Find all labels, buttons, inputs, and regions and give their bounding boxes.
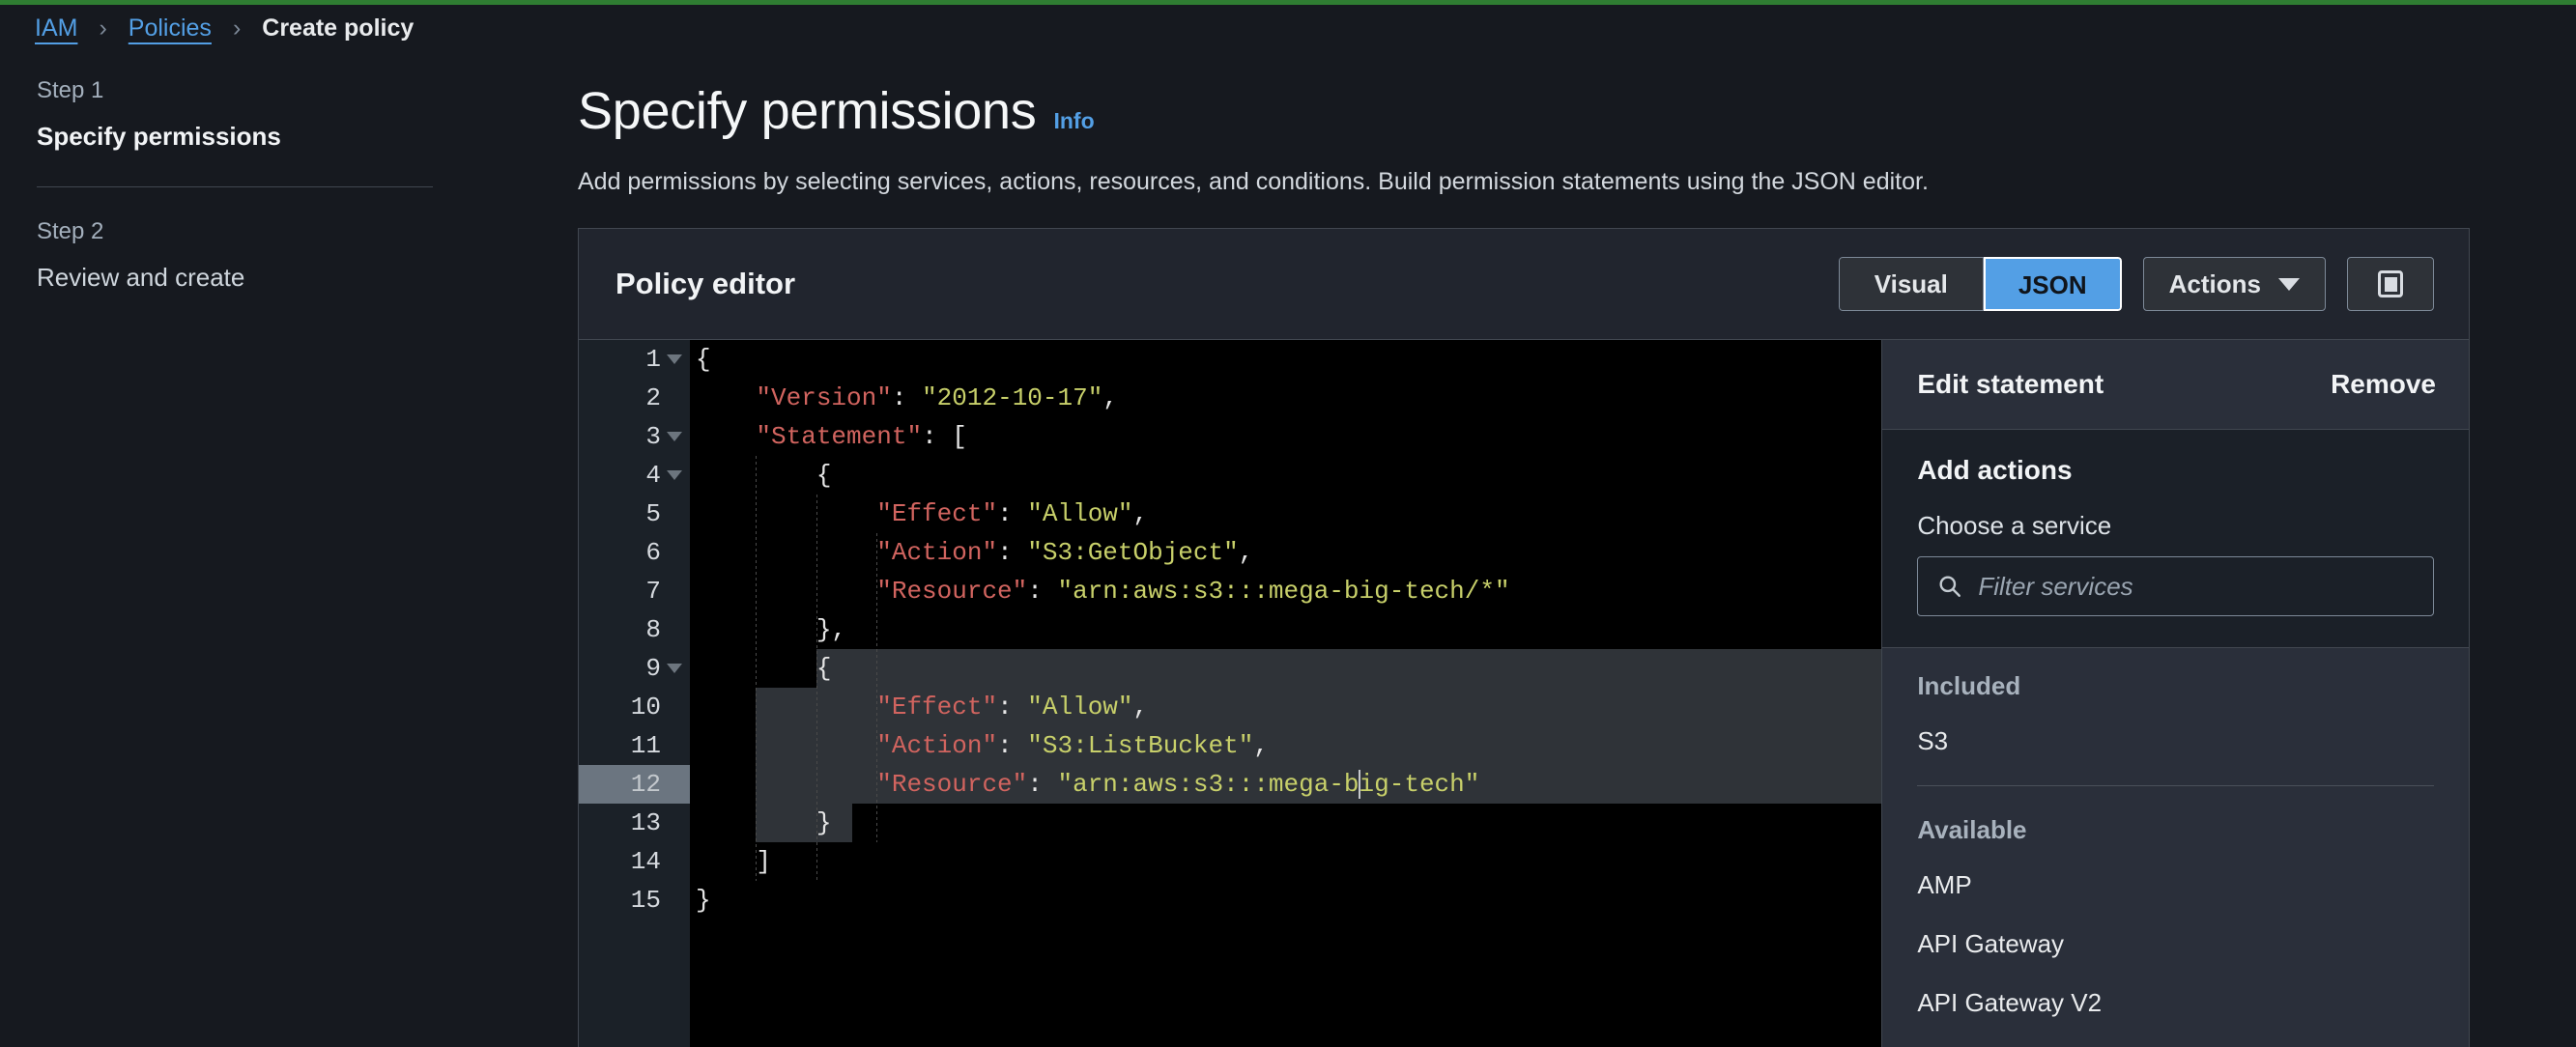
line-number-4: 4 (579, 456, 690, 495)
line-number-14: 14 (630, 847, 661, 876)
breadcrumb-item-policies[interactable]: Policies (129, 14, 212, 42)
breadcrumb-separator-icon: › (99, 14, 107, 42)
line-number-3: 3 (579, 417, 690, 456)
service-item-api-gateway[interactable]: API Gateway (1917, 929, 2434, 959)
line-number-11: 11 (630, 731, 661, 760)
fold-caret-icon[interactable] (667, 470, 682, 480)
code-line-3[interactable]: "Statement": [ (690, 417, 1881, 456)
breadcrumb: IAM › Policies › Create policy (0, 5, 2576, 51)
line-number-5: 5 (645, 499, 661, 528)
code-line-6[interactable]: "Action": "S3:GetObject", (690, 533, 1881, 572)
text-cursor (1359, 770, 1361, 799)
json-code-content[interactable]: { "Version": "2012-10-17", "Statement": … (690, 340, 1881, 1047)
tab-json[interactable]: JSON (1983, 257, 2122, 311)
service-item-amp[interactable]: AMP (1917, 870, 2434, 900)
policy-editor-title: Policy editor (615, 267, 796, 300)
step-2-title: Review and create (37, 263, 245, 292)
fold-caret-icon[interactable] (667, 664, 682, 673)
breadcrumb-item-create-policy: Create policy (262, 14, 415, 42)
page-header: Specify permissions Info Add permissions… (578, 56, 2576, 196)
line-number-12: 12 (579, 765, 690, 804)
add-actions-section: Add actions Choose a service Filter serv… (1882, 430, 2469, 648)
step-1-title: Specify permissions (37, 122, 281, 151)
policy-editor-body: 1 2 3 4 5 6 7 8 9 10 11 12 13 14 15 { "Version": "2012… (579, 340, 2469, 1047)
line-number-gutter: 1 2 3 4 5 6 7 8 9 10 11 12 13 14 15 (579, 340, 690, 1047)
code-line-7[interactable]: "Resource": "arn:aws:s3:::mega-big-tech/… (690, 572, 1881, 610)
info-link[interactable]: Info (1053, 108, 1094, 134)
sidebar-step-2[interactable]: Step 2 Review and create (37, 218, 541, 293)
remove-statement-button[interactable]: Remove (2331, 369, 2436, 400)
edit-statement-panel: Edit statement Remove Add actions Choose… (1881, 340, 2469, 1047)
sidebar-divider (37, 186, 433, 187)
sidebar-step-1[interactable]: Step 1 Specify permissions (37, 77, 541, 152)
service-item-api-gateway-v2[interactable]: API Gateway V2 (1917, 988, 2434, 1018)
code-line-11[interactable]: "Action": "S3:ListBucket", (690, 726, 1881, 765)
code-line-2[interactable]: "Version": "2012-10-17", (690, 379, 1881, 417)
filter-services-placeholder: Filter services (1978, 571, 2133, 601)
page-title: Specify permissions (578, 82, 1037, 140)
step-1-number: Step 1 (37, 77, 104, 103)
policy-editor-controls: Visual JSON Actions (1838, 257, 2434, 311)
panel-toggle-button[interactable] (2347, 257, 2434, 311)
choose-a-service-label: Choose a service (1917, 511, 2112, 540)
actions-button-label: Actions (2168, 269, 2261, 298)
chevron-down-icon (2278, 277, 2300, 291)
line-number-7: 7 (645, 577, 661, 606)
line-number-8: 8 (645, 615, 661, 644)
code-line-4[interactable]: { (690, 456, 1881, 495)
panel-toggle-icon (2378, 270, 2403, 297)
services-divider (1917, 785, 2434, 786)
service-item-s3[interactable]: S3 (1917, 726, 2434, 756)
code-line-5[interactable]: "Effect": "Allow", (690, 495, 1881, 533)
code-line-15[interactable]: } (690, 881, 1881, 920)
editor-mode-toggle: Visual JSON (1838, 257, 2122, 311)
available-group-label: Available (1917, 815, 2027, 844)
code-line-10[interactable]: "Effect": "Allow", (690, 688, 1881, 726)
main-content: Specify permissions Info Add permissions… (578, 56, 2576, 1047)
line-number-2: 2 (645, 383, 661, 412)
code-line-8[interactable]: }, (690, 610, 1881, 649)
filter-services-input[interactable]: Filter services (1917, 556, 2434, 616)
line-number-10: 10 (630, 693, 661, 722)
line-number-1: 1 (579, 340, 690, 379)
step-sidebar: Step 1 Specify permissions Step 2 Review… (0, 56, 578, 1047)
code-line-13[interactable]: } (690, 804, 1881, 842)
line-number-6: 6 (645, 538, 661, 567)
code-line-1[interactable]: { (690, 340, 1881, 379)
step-2-number: Step 2 (37, 218, 104, 244)
code-line-9[interactable]: { (690, 649, 1881, 688)
services-list-section: Included S3 Available AMP API Gateway AP… (1882, 648, 2469, 1047)
search-icon (1939, 576, 1961, 597)
tab-visual[interactable]: Visual (1838, 257, 1984, 311)
add-actions-title: Add actions (1917, 455, 2073, 485)
edit-statement-header: Edit statement Remove (1882, 340, 2469, 430)
fold-caret-icon[interactable] (667, 432, 682, 441)
json-code-pane[interactable]: 1 2 3 4 5 6 7 8 9 10 11 12 13 14 15 { "Version": "2012… (579, 340, 1882, 1047)
fold-caret-icon[interactable] (667, 354, 682, 364)
breadcrumb-item-iam[interactable]: IAM (35, 14, 77, 42)
code-line-14[interactable]: ] (690, 842, 1881, 881)
policy-editor-header: Policy editor Visual JSON Actions (579, 229, 2469, 340)
line-number-13: 13 (630, 808, 661, 837)
page-description: Add permissions by selecting services, a… (578, 168, 1929, 195)
line-number-15: 15 (630, 886, 661, 915)
breadcrumb-separator-icon: › (232, 14, 242, 42)
edit-statement-title: Edit statement (1917, 369, 2104, 399)
included-group-label: Included (1917, 671, 2021, 700)
actions-button[interactable]: Actions (2142, 257, 2326, 311)
code-line-12[interactable]: "Resource": "arn:aws:s3:::mega-big-tech" (690, 765, 1881, 804)
policy-editor-container: Policy editor Visual JSON Actions 1 2 3 … (578, 228, 2470, 1047)
line-number-9: 9 (579, 649, 690, 688)
